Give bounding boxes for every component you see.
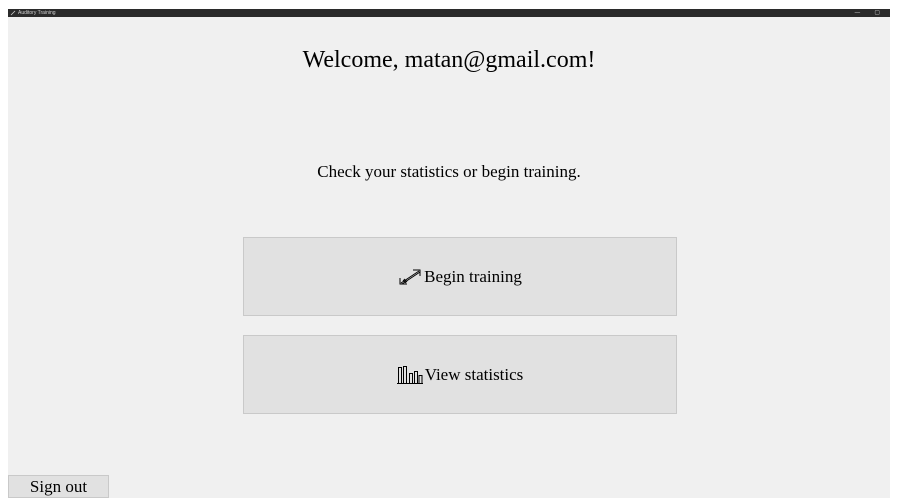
title-bar[interactable]: Auditory Training — ▢ (8, 9, 890, 17)
minimize-button[interactable]: — (854, 9, 860, 17)
bar-chart-icon (396, 365, 423, 385)
begin-training-label: Begin training (424, 266, 522, 286)
view-statistics-button[interactable]: View statistics (243, 335, 677, 414)
restore-button[interactable]: ▢ (874, 9, 880, 17)
feather-icon (10, 10, 16, 16)
app-window: Auditory Training — ▢ Welcome, matan@gma… (8, 9, 890, 498)
expand-arrows-icon (398, 268, 422, 286)
instructions-text: Check your statistics or begin training. (317, 162, 581, 181)
view-statistics-label: View statistics (424, 364, 524, 384)
begin-training-button[interactable]: Begin training (243, 237, 677, 316)
window-title: Auditory Training (18, 10, 56, 16)
welcome-heading: Welcome, matan@gmail.com! (302, 47, 596, 73)
sign-out-button[interactable]: Sign out (8, 475, 109, 498)
window-controls: — ▢ (854, 9, 880, 17)
